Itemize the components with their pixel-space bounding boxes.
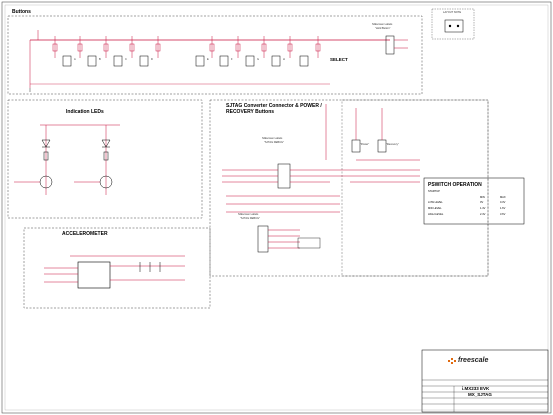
- pswitch-header-max: MAX: [500, 196, 506, 199]
- button-label-d: D: [151, 58, 153, 61]
- title-block-brand: freescale: [458, 357, 489, 364]
- title-block-board: i.MX233 EVK: [462, 386, 490, 391]
- pswitch-row-low-max: 0.3V: [500, 201, 506, 204]
- buttons-section-box: [7, 15, 423, 95]
- sjtag-callout1-line2: "SJTAG DEBUG": [264, 141, 284, 144]
- button-label-g: G: [257, 58, 260, 61]
- sjtag-connector-1: [277, 163, 291, 189]
- led-symbols: [39, 139, 113, 189]
- button-label-h: H: [283, 58, 285, 61]
- sjtag-callout2-line2: "SJTAG DEBUG": [240, 217, 260, 220]
- select-button-label: SELECT: [330, 57, 348, 62]
- recovery-button-label: "Recovery": [386, 143, 399, 146]
- button-label-a: A: [74, 58, 76, 61]
- pswitch-row-startup: STARTUP: [428, 190, 440, 193]
- button-resistor-array: [52, 36, 321, 58]
- leds-section-title: Indication LEDs: [66, 109, 104, 115]
- buttons-section-title: Buttons: [12, 9, 31, 15]
- hold-button-callout-2: "Hold Button": [375, 27, 391, 30]
- pswitch-row-high-max: 3.6V: [500, 213, 506, 216]
- pswitch-row-high-min: 2.4V: [480, 213, 486, 216]
- button-adc-connector: [385, 35, 395, 55]
- title-block-sheet-name: MX_SJTAG: [468, 392, 492, 397]
- pswitch-row-low: LOW LEVEL: [428, 201, 443, 204]
- pswitch-row-mid-min: 1.4V: [480, 207, 486, 210]
- pswitch-row-mid: MID LEVEL: [428, 207, 442, 210]
- sjtag-title-line2: RECOVERY Buttons: [226, 109, 275, 115]
- pswitch-operation-table: PSWITCH OPERATION MIN MAX STARTUP LOW LE…: [426, 180, 524, 222]
- layout-note-symbol: [444, 19, 464, 33]
- button-label-b: B: [99, 58, 101, 61]
- leds-section-box: [7, 99, 203, 219]
- freescale-logo-mark: [448, 358, 456, 364]
- pswitch-table-title: PSWITCH OPERATION: [428, 182, 482, 188]
- button-label-e: E: [207, 58, 209, 61]
- layout-note-title: LAYOUT NOTE: [443, 11, 462, 14]
- power-button-label: "Power": [360, 143, 370, 146]
- button-label-c: C: [125, 58, 127, 61]
- accelerometer-section-title: ACCELEROMETER: [62, 231, 108, 237]
- pswitch-row-mid-max: 1.6V: [500, 207, 506, 210]
- accelerometer-ic: [77, 261, 111, 289]
- button-label-f: F: [231, 58, 233, 61]
- pswitch-row-high: HIGH LEVEL: [428, 213, 444, 216]
- pswitch-header-min: MIN: [480, 196, 485, 199]
- pswitch-row-low-min: 0V: [480, 201, 484, 204]
- sjtag-connector-2: [257, 225, 269, 253]
